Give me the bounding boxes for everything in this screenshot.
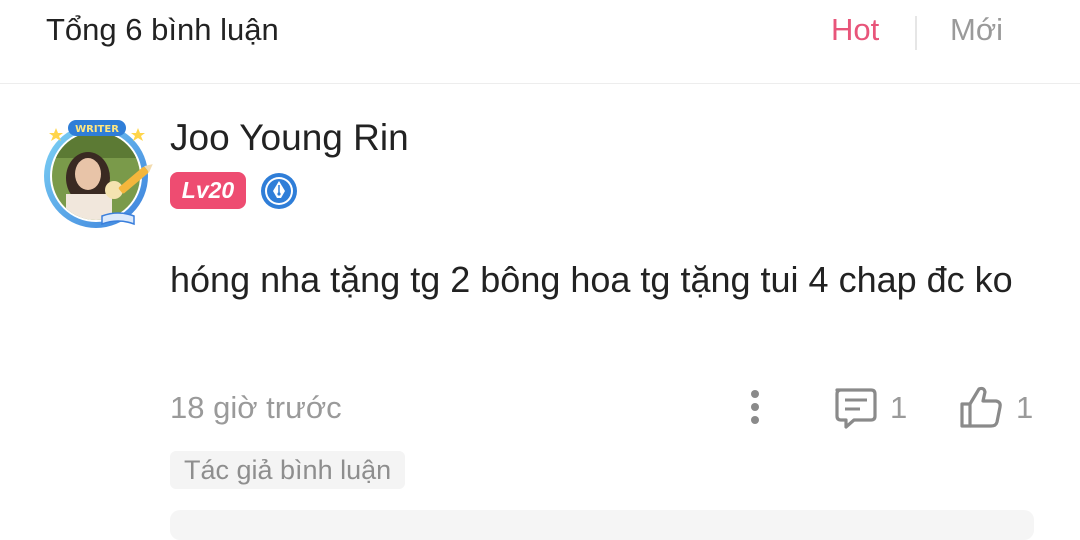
author-comment-tag: Tác giả bình luận — [170, 451, 406, 489]
comment-text: hóng nha tặng tg 2 bông hoa tg tặng tui … — [170, 259, 1013, 300]
level-badge: Lv20 — [170, 172, 246, 209]
avatar-frame-label: WRITER — [75, 124, 119, 135]
more-vertical-icon — [751, 390, 759, 424]
comments-header: Tổng 6 bình luận Hot Mới — [0, 0, 1080, 84]
sort-hot-tab[interactable]: Hot — [831, 10, 879, 50]
more-options-button[interactable] — [742, 386, 768, 430]
pen-nib-icon — [260, 172, 298, 210]
like-count: 1 — [1016, 390, 1034, 425]
reply-preview-box[interactable] — [170, 510, 1034, 540]
like-button[interactable]: 1 — [958, 384, 1038, 430]
sort-divider — [915, 16, 917, 50]
reply-button[interactable]: 1 — [832, 386, 912, 430]
comment-timestamp: 18 giờ trước — [170, 390, 342, 425]
thumbs-up-icon — [960, 386, 1002, 428]
username[interactable]: Joo Young Rin — [170, 116, 409, 160]
reply-count: 1 — [890, 390, 908, 425]
avatar[interactable]: WRITER — [38, 118, 156, 232]
sort-new-tab[interactable]: Mới — [950, 10, 1003, 50]
comment-icon — [835, 388, 877, 429]
comment-count-title: Tổng 6 bình luận — [46, 12, 279, 47]
